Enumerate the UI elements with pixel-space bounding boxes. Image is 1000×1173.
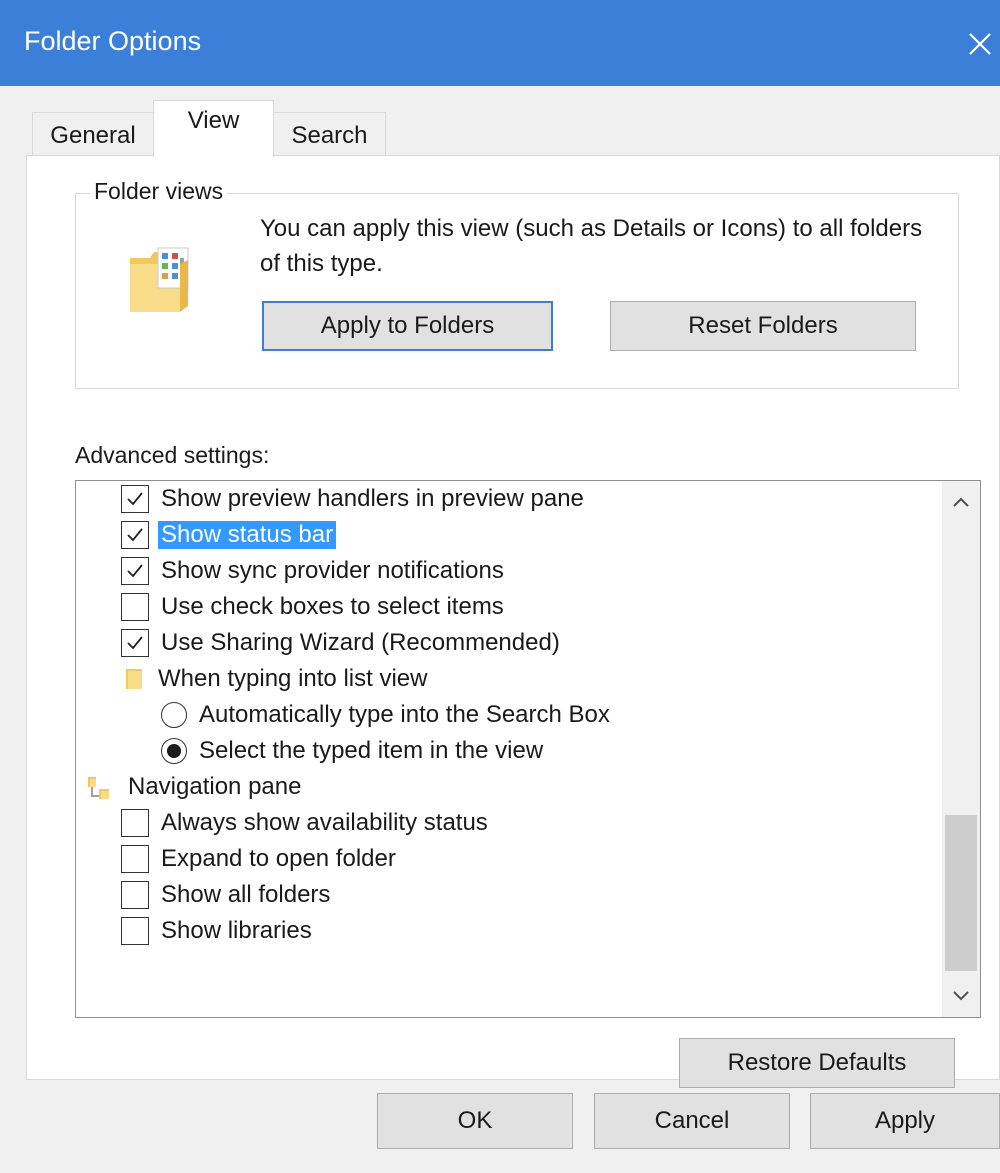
list-item[interactable]: Always show availability status — [121, 805, 488, 841]
list-item-label: Show libraries — [161, 917, 312, 944]
window-title: Folder Options — [24, 26, 202, 56]
vertical-scrollbar[interactable] — [942, 481, 980, 1017]
view-tab-panel: Folder views You can apply this view (su… — [26, 155, 1000, 1088]
scroll-thumb[interactable] — [945, 815, 977, 971]
title-bar[interactable]: Folder Options — [0, 0, 1000, 86]
list-item-label: Always show availability status — [161, 809, 488, 836]
list-item-label: Use check boxes to select items — [161, 593, 504, 620]
list-item[interactable]: Use check boxes to select items — [121, 589, 504, 625]
folder-icon — [126, 669, 142, 689]
checkbox[interactable] — [121, 485, 149, 513]
folder-options-dialog: Folder Options General View Search Folde… — [0, 0, 1000, 1173]
folder-views-description: You can apply this view (such as Details… — [260, 215, 923, 277]
restore-defaults-label: Restore Defaults — [727, 1049, 907, 1076]
checkmark-icon — [127, 492, 143, 506]
restore-defaults-button[interactable]: Restore Defaults — [679, 1038, 955, 1088]
radio-button[interactable] — [161, 738, 187, 764]
checkbox[interactable] — [121, 521, 149, 549]
close-icon — [969, 33, 991, 55]
checkbox[interactable] — [121, 557, 149, 585]
radio-button[interactable] — [161, 702, 187, 728]
tab-search[interactable]: Search — [273, 112, 386, 158]
list-item-label: Show preview handlers in preview pane — [161, 485, 584, 512]
checkmark-icon — [127, 528, 143, 542]
list-item-label: Use Sharing Wizard (Recommended) — [161, 629, 560, 656]
ok-label: OK — [457, 1107, 493, 1134]
checkbox[interactable] — [121, 629, 149, 657]
list-item-label: Automatically type into the Search Box — [199, 701, 610, 728]
tab-view[interactable]: View — [153, 100, 274, 158]
cancel-button[interactable]: Cancel — [594, 1093, 790, 1149]
scroll-down-button[interactable] — [942, 977, 980, 1015]
apply-label: Apply — [874, 1107, 936, 1134]
checkbox[interactable] — [121, 881, 149, 909]
chevron-down-icon — [953, 991, 969, 1001]
tab-general[interactable]: General — [32, 112, 154, 158]
checkmark-icon — [127, 636, 143, 650]
list-group-label: Navigation pane — [128, 773, 302, 800]
list-item[interactable]: Select the typed item in the view — [161, 733, 543, 769]
folder-views-group: Folder views You can apply this view (su… — [75, 178, 959, 389]
list-item-label: Show status bar — [158, 521, 337, 549]
list-item[interactable]: Show libraries — [121, 913, 312, 949]
list-group-header: Navigation pane — [86, 769, 301, 805]
navigation-pane-icon — [88, 777, 109, 799]
list-item[interactable]: Show preview handlers in preview pane — [121, 481, 584, 517]
reset-folders-label: Reset Folders — [688, 312, 838, 339]
list-group-header: When typing into list view — [124, 661, 427, 697]
list-group-label: When typing into list view — [158, 665, 428, 692]
chevron-up-icon — [953, 497, 969, 507]
folder-views-icon — [130, 247, 189, 312]
list-item[interactable]: Show sync provider notifications — [121, 553, 504, 589]
advanced-settings-label: Advanced settings: — [75, 442, 270, 468]
list-item[interactable]: Automatically type into the Search Box — [161, 697, 610, 733]
tab-view-label: View — [187, 107, 240, 134]
scroll-up-button[interactable] — [942, 483, 980, 521]
checkbox[interactable] — [121, 917, 149, 945]
list-item[interactable]: Expand to open folder — [121, 841, 396, 877]
apply-button[interactable]: Apply — [810, 1093, 1000, 1149]
folder-views-title: Folder views — [90, 178, 228, 205]
dialog-body: General View Search Folder views You can… — [0, 86, 1000, 1173]
list-item-label: Show sync provider notifications — [161, 557, 504, 584]
list-item-label: Show all folders — [161, 881, 331, 908]
advanced-settings-list[interactable]: Show preview handlers in preview pane Sh… — [75, 480, 981, 1018]
list-item[interactable]: Show all folders — [121, 877, 330, 913]
close-button[interactable] — [960, 18, 1000, 68]
checkbox[interactable] — [121, 809, 149, 837]
checkmark-icon — [127, 564, 143, 578]
ok-button[interactable]: OK — [377, 1093, 573, 1149]
tab-general-label: General — [50, 121, 136, 149]
apply-to-folders-label: Apply to Folders — [320, 312, 495, 339]
reset-folders-button[interactable]: Reset Folders — [610, 301, 916, 351]
list-item[interactable]: Use Sharing Wizard (Recommended) — [121, 625, 560, 661]
apply-to-folders-button[interactable]: Apply to Folders — [262, 301, 553, 351]
list-item[interactable]: Show status bar — [121, 517, 337, 553]
cancel-label: Cancel — [654, 1107, 730, 1134]
radio-dot — [167, 744, 181, 758]
tab-search-label: Search — [291, 121, 368, 149]
checkbox[interactable] — [121, 845, 149, 873]
list-item-label: Select the typed item in the view — [199, 737, 544, 764]
list-item-label: Expand to open folder — [161, 845, 396, 872]
checkbox[interactable] — [121, 593, 149, 621]
